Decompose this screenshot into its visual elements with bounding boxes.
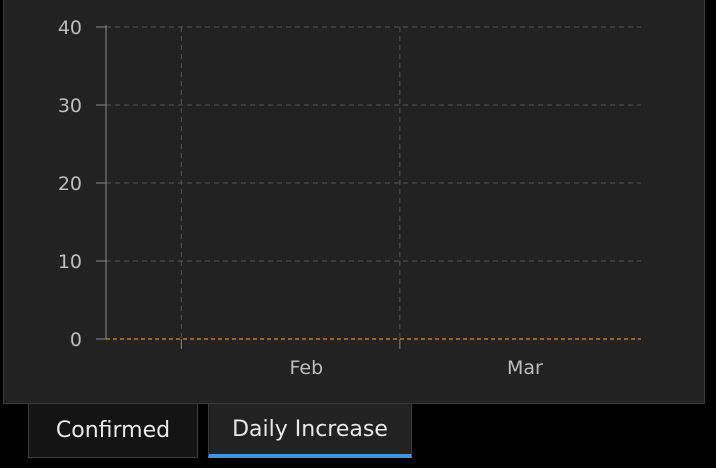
tab-daily-increase-label: Daily Increase	[232, 416, 388, 442]
y-tick-label: 30	[58, 95, 82, 117]
y-tick-label: 10	[58, 251, 82, 273]
y-tick-label: 40	[58, 17, 82, 39]
tab-confirmed[interactable]: Confirmed	[28, 404, 198, 458]
tab-confirmed-label: Confirmed	[55, 418, 171, 443]
y-tick-label: 20	[58, 173, 82, 195]
tab-daily-increase[interactable]: Daily Increase	[208, 404, 412, 458]
x-tick-label-mar: Mar	[507, 357, 543, 379]
chart-panel: 0 10 20 30 40 Feb Mar	[3, 0, 705, 404]
y-tick-label: 0	[70, 329, 82, 351]
daily-increase-chart: 0 10 20 30 40 Feb Mar	[58, 17, 641, 379]
x-tick-label-feb: Feb	[290, 357, 324, 379]
